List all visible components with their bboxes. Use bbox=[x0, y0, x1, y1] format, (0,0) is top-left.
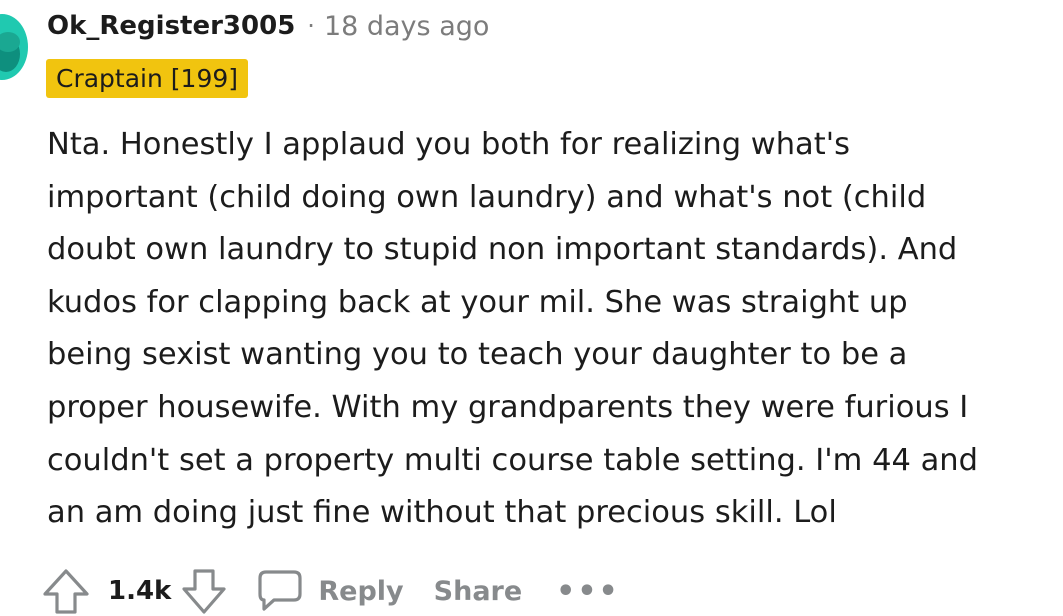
vote-score: 1.4k bbox=[108, 576, 172, 606]
comment-line: important (child doing own laundry) and … bbox=[47, 179, 927, 215]
upvote-arrow-icon bbox=[43, 569, 89, 614]
separator-dot: · bbox=[307, 12, 315, 40]
username-link[interactable]: Ok_Register3005 bbox=[47, 11, 295, 41]
comment-action-bar: 1.4k Reply Share ••• bbox=[42, 566, 620, 616]
comment-line: being sexist wanting you to teach your d… bbox=[47, 337, 908, 373]
comment-body: Nta. Honestly I applaud you both for rea… bbox=[47, 119, 1057, 540]
comment-line: Nta. Honestly I applaud you both for rea… bbox=[47, 127, 850, 162]
timestamp-link[interactable]: 18 days ago bbox=[324, 11, 489, 42]
reply-button[interactable]: Reply bbox=[257, 569, 404, 613]
user-flair-badge: Craptain [199] bbox=[46, 59, 249, 98]
downvote-button[interactable] bbox=[181, 568, 227, 614]
share-label: Share bbox=[433, 575, 523, 607]
share-button[interactable]: Share bbox=[434, 576, 523, 607]
comment-line: proper housewife. With my grandparents t… bbox=[47, 389, 969, 425]
downvote-arrow-icon bbox=[182, 569, 226, 614]
reply-label: Reply bbox=[318, 575, 404, 607]
comment-header: Ok_Register3005 · 18 days ago bbox=[47, 6, 489, 46]
comment-line: doubt own laundry to stupid non importan… bbox=[47, 232, 958, 268]
comment-line: an am doing just fine without that preci… bbox=[47, 495, 837, 531]
speech-bubble-icon bbox=[258, 570, 302, 611]
snoo-avatar-icon bbox=[0, 32, 20, 72]
avatar[interactable] bbox=[0, 14, 28, 80]
comment-line: kudos for clapping back at your mil. She… bbox=[47, 284, 908, 320]
more-options-button[interactable]: ••• bbox=[556, 574, 620, 609]
comment-line: couldn't set a property multi course tab… bbox=[47, 442, 978, 478]
upvote-button[interactable] bbox=[42, 568, 90, 614]
